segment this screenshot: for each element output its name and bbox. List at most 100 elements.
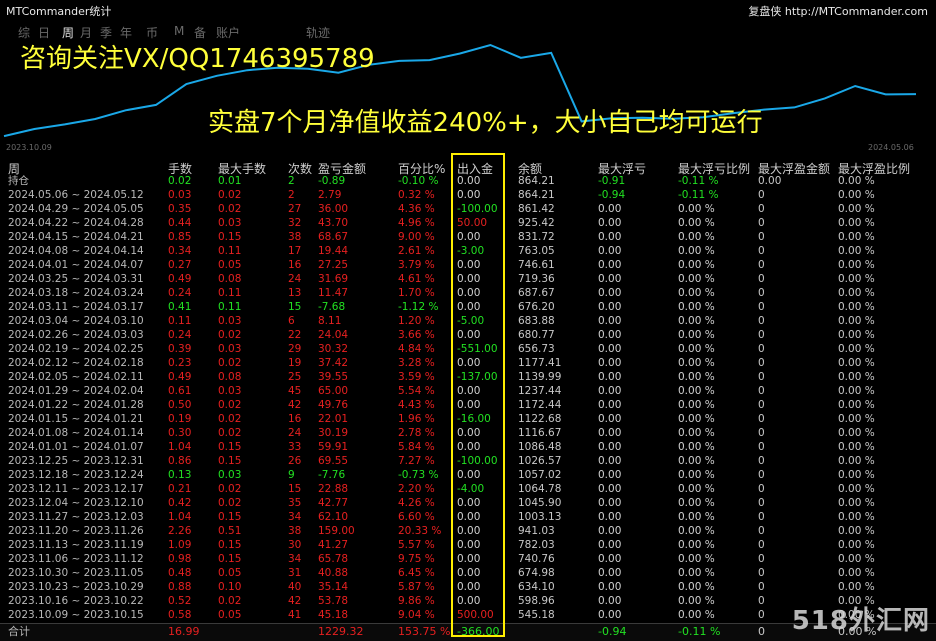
- table-row[interactable]: 持仓 0.02 0.01 2 -0.89 -0.10 % 0.00 864.21 -0.91 -0…: [0, 174, 936, 188]
- table-row[interactable]: 2024.03.11 ~ 2024.03.17 0.41 0.11 15 -7.68 -1…: [0, 300, 936, 314]
- table-row[interactable]: 2023.10.30 ~ 2023.11.05 0.48 0.05 31 40.88 6.…: [0, 566, 936, 580]
- cell-maxfp: 0: [758, 371, 765, 383]
- cell-lots: 0.41: [168, 301, 192, 313]
- cell-period: 2023.10.23 ~ 2023.10.29: [8, 581, 144, 593]
- cell-maxfppct: 0.00 %: [838, 399, 875, 411]
- table-row[interactable]: 2024.01.29 ~ 2024.02.04 0.61 0.03 45 65.00 5.…: [0, 384, 936, 398]
- table-row[interactable]: 2023.11.06 ~ 2023.11.12 0.98 0.15 34 65.78 9.…: [0, 552, 936, 566]
- cell-lots: 0.88: [168, 581, 192, 593]
- cell-maxfp: 0: [758, 217, 765, 229]
- table-row[interactable]: 2023.11.13 ~ 2023.11.19 1.09 0.15 30 41.27 5.…: [0, 538, 936, 552]
- cell-maxddpct: 0.00 %: [678, 595, 715, 607]
- cell-pnl: 39.55: [318, 371, 349, 383]
- cell-period: 2024.03.04 ~ 2024.03.10: [8, 315, 144, 327]
- table-row[interactable]: 2024.02.12 ~ 2024.02.18 0.23 0.02 19 37.42 3.…: [0, 356, 936, 370]
- cell-flow: 0.00: [457, 385, 481, 397]
- cell-period: 2023.10.09 ~ 2023.10.15: [8, 609, 144, 621]
- cell-flow: 0.00: [457, 595, 481, 607]
- cell-period: 2023.11.13 ~ 2023.11.19: [8, 539, 144, 551]
- cell-pnl: 49.76: [318, 399, 349, 411]
- cell-maxfp: 0.00: [758, 175, 782, 187]
- cell-pct: 3.79 %: [398, 259, 435, 271]
- cell-period: 持仓: [8, 175, 29, 187]
- cell-maxfp: 0: [758, 469, 765, 481]
- cell-balance: 1122.68: [518, 413, 562, 425]
- cell-period: 2024.01.08 ~ 2024.01.14: [8, 427, 144, 439]
- cell-lots: 0.61: [168, 385, 192, 397]
- cell-maxfp: 0: [758, 413, 765, 425]
- promo-contact: 咨询关注VX/QQ1746395789: [20, 44, 375, 74]
- cell-maxdd: 0.00: [598, 441, 622, 453]
- table-row[interactable]: 2023.11.27 ~ 2023.12.03 1.04 0.15 34 62.10 6.…: [0, 510, 936, 524]
- table-row[interactable]: 2023.12.18 ~ 2023.12.24 0.13 0.03 9 -7.76 -0.…: [0, 468, 936, 482]
- table-row[interactable]: 2024.01.22 ~ 2024.01.28 0.50 0.02 42 49.76 4.…: [0, 398, 936, 412]
- cell-maxfppct: 0.00 %: [838, 301, 875, 313]
- table-row[interactable]: 2024.02.26 ~ 2024.03.03 0.24 0.02 22 24.04 3.…: [0, 328, 936, 342]
- table-row[interactable]: 2024.05.06 ~ 2024.05.12 0.03 0.02 2 2.79 0.32…: [0, 188, 936, 202]
- table-row[interactable]: 2024.04.01 ~ 2024.04.07 0.27 0.05 16 27.25 3.…: [0, 258, 936, 272]
- watermark: 518外汇网: [791, 606, 930, 636]
- cell-maxlots: 0.02: [218, 399, 242, 411]
- table-row[interactable]: 2024.04.29 ~ 2024.05.05 0.35 0.02 27 36.00 4.…: [0, 202, 936, 216]
- cell-maxdd: 0.00: [598, 385, 622, 397]
- cell-flow: 500.00: [457, 609, 494, 621]
- cell-pct: 9.75 %: [398, 553, 435, 565]
- cell-maxlots: 0.15: [218, 553, 242, 565]
- cell-period: 2024.01.29 ~ 2024.02.04: [8, 385, 144, 397]
- cell-pct: 5.84 %: [398, 441, 435, 453]
- cell-pnl: 62.10: [318, 511, 349, 523]
- table-row[interactable]: 2023.10.23 ~ 2023.10.29 0.88 0.10 40 35.14 5.…: [0, 580, 936, 594]
- table-row[interactable]: 2023.12.25 ~ 2023.12.31 0.86 0.15 26 69.55 7.…: [0, 454, 936, 468]
- table-row[interactable]: 2023.12.04 ~ 2023.12.10 0.42 0.02 35 42.77 4.…: [0, 496, 936, 510]
- cell-pnl: 41.27: [318, 539, 349, 551]
- table-row[interactable]: 2024.03.18 ~ 2024.03.24 0.24 0.11 13 11.47 1.…: [0, 286, 936, 300]
- cell-count: 42: [288, 595, 302, 607]
- cell-maxlots: 0.10: [218, 581, 242, 593]
- table-row[interactable]: 2024.04.08 ~ 2024.04.14 0.34 0.11 17 19.44 2.…: [0, 244, 936, 258]
- cell-balance: 598.96: [518, 595, 555, 607]
- cell-period: 2024.02.26 ~ 2024.03.03: [8, 329, 144, 341]
- cell-balance: 746.61: [518, 259, 555, 271]
- table-row[interactable]: 2024.02.05 ~ 2024.02.11 0.49 0.08 25 39.55 3.…: [0, 370, 936, 384]
- cell-pnl: 53.78: [318, 595, 349, 607]
- table-row[interactable]: 2024.03.25 ~ 2024.03.31 0.49 0.08 24 31.69 4.…: [0, 272, 936, 286]
- cell-maxdd: 0.00: [598, 273, 622, 285]
- cell-count: 32: [288, 217, 302, 229]
- cell-period: 2024.03.18 ~ 2024.03.24: [8, 287, 144, 299]
- cell-balance: 925.42: [518, 217, 555, 229]
- table-row[interactable]: 2024.03.04 ~ 2024.03.10 0.11 0.03 6 8.11 1.20…: [0, 314, 936, 328]
- cell-maxddpct: 0.00 %: [678, 609, 715, 621]
- table-row[interactable]: 2024.01.01 ~ 2024.01.07 1.04 0.15 33 59.91 5.…: [0, 440, 936, 454]
- cell-count: 6: [288, 315, 295, 327]
- cell-count: 22: [288, 329, 302, 341]
- cell-pnl: 19.44: [318, 245, 349, 257]
- cell-flow: 0.00: [457, 441, 481, 453]
- cell-flow: 0.00: [457, 175, 481, 187]
- table-row[interactable]: 2024.01.08 ~ 2024.01.14 0.30 0.02 24 30.19 2.…: [0, 426, 936, 440]
- table-row[interactable]: 2023.12.11 ~ 2023.12.17 0.21 0.02 15 22.88 2.…: [0, 482, 936, 496]
- cell-maxfppct: 0.00 %: [838, 553, 875, 565]
- cell-count: 19: [288, 357, 302, 369]
- cell-lots: 0.23: [168, 357, 192, 369]
- cell-maxfppct: 0.00 %: [838, 259, 875, 271]
- site-link[interactable]: 复盘侠 http://MTCommander.com: [748, 3, 928, 19]
- table-row[interactable]: 2023.11.20 ~ 2023.11.26 2.26 0.51 38 159.00 2…: [0, 524, 936, 538]
- cell-maxfp: 0: [758, 427, 765, 439]
- table-row[interactable]: 2024.04.22 ~ 2024.04.28 0.44 0.03 32 43.70 4.…: [0, 216, 936, 230]
- cell-maxlots: 0.02: [218, 203, 242, 215]
- cell-count: 31: [288, 567, 302, 579]
- cell-pnl: 22.88: [318, 483, 349, 495]
- cell-maxlots: 0.02: [218, 329, 242, 341]
- cell-pct: 5.57 %: [398, 539, 435, 551]
- cell-maxlots: 0.02: [218, 357, 242, 369]
- cell-pnl: 65.78: [318, 553, 349, 565]
- tab-7[interactable]: M: [174, 24, 184, 38]
- table-row[interactable]: 2024.04.15 ~ 2024.04.21 0.85 0.15 38 68.67 9.…: [0, 230, 936, 244]
- table-row[interactable]: 2024.02.19 ~ 2024.02.25 0.39 0.03 29 30.32 4.…: [0, 342, 936, 356]
- cell-maxfppct: 0.00 %: [838, 343, 875, 355]
- cell-maxddpct: 0.00 %: [678, 301, 715, 313]
- table-row[interactable]: 2024.01.15 ~ 2024.01.21 0.19 0.02 16 22.01 1.…: [0, 412, 936, 426]
- cell-pct: 1.70 %: [398, 287, 435, 299]
- cell-lots: 0.35: [168, 203, 192, 215]
- cell-maxfppct: 0.00 %: [838, 287, 875, 299]
